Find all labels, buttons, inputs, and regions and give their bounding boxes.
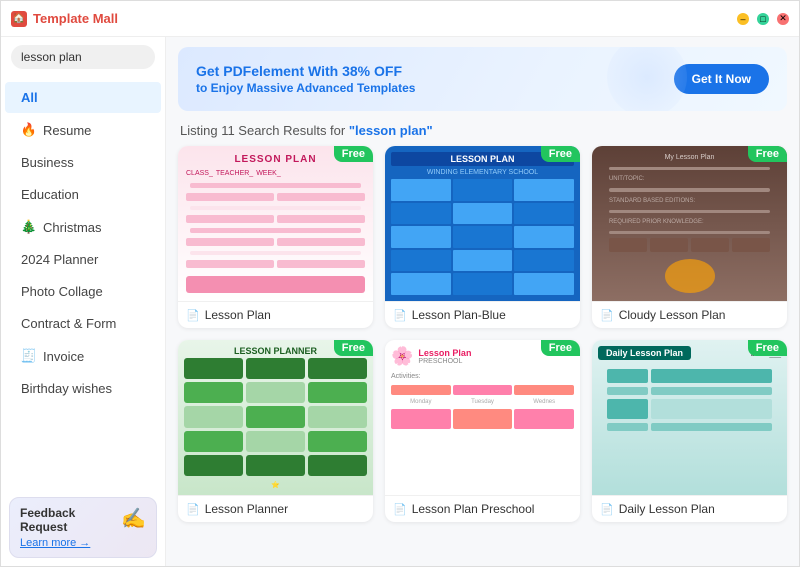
- preview-4: LESSON PLANNER ⭐: [178, 340, 373, 495]
- pdf-icon-1: 📄: [186, 309, 200, 322]
- banner-decoration: [607, 47, 687, 111]
- sidebar-item-collage[interactable]: Photo Collage: [5, 276, 161, 307]
- minimize-button[interactable]: –: [737, 13, 749, 25]
- card-footer-1: 📄 Lesson Plan: [178, 301, 373, 328]
- banner-highlight: Advanced Templates: [296, 81, 415, 95]
- card-name-2: Lesson Plan-Blue: [412, 308, 506, 322]
- title-bar: Template Mall – □ ✕: [1, 1, 799, 37]
- feedback-link[interactable]: Learn more →: [20, 537, 90, 549]
- banner-subtitle: to Enjoy Massive Advanced Templates: [196, 81, 674, 95]
- free-badge-2: Free: [541, 146, 580, 162]
- education-label: Education: [21, 187, 79, 202]
- free-badge-6: Free: [748, 340, 787, 356]
- sidebar-item-christmas[interactable]: 🎄 Christmas: [5, 211, 161, 243]
- results-pre: Listing 11 Search Results for: [180, 123, 349, 138]
- pdf-icon-2: 📄: [393, 309, 407, 322]
- sidebar: 🔍 All 🔥 Resume Business Education: [1, 37, 166, 566]
- search-box: 🔍: [1, 37, 165, 77]
- christmas-label: Christmas: [43, 220, 102, 235]
- business-label: Business: [21, 155, 74, 170]
- planner-label: 2024 Planner: [21, 252, 98, 267]
- banner-title-text: Get PDFelement With 38% OFF: [196, 63, 402, 79]
- results-query: "lesson plan": [349, 123, 433, 138]
- fire-icon: 🔥: [21, 122, 37, 138]
- template-card-4[interactable]: Free LESSON PLANNER ⭐: [178, 340, 373, 522]
- card-image-6: Free Daily Lesson Plan Date: ___: [592, 340, 787, 495]
- contract-label: Contract & Form: [21, 316, 116, 331]
- free-badge-1: Free: [334, 146, 373, 162]
- maximize-button[interactable]: □: [757, 13, 769, 25]
- banner-text: Get PDFelement With 38% OFF to Enjoy Mas…: [196, 63, 674, 95]
- card-image-5: Free 🌸 Lesson Plan PRESCHOOL Activities:: [385, 340, 580, 495]
- sidebar-item-business[interactable]: Business: [5, 147, 161, 178]
- banner-title: Get PDFelement With 38% OFF: [196, 63, 674, 79]
- sidebar-item-resume[interactable]: 🔥 Resume: [5, 114, 161, 146]
- main-layout: 🔍 All 🔥 Resume Business Education: [1, 37, 799, 566]
- card-name-3: Cloudy Lesson Plan: [619, 308, 726, 322]
- card-name-4: Lesson Planner: [205, 502, 288, 516]
- pdf-icon-5: 📄: [393, 503, 407, 516]
- card-name-5: Lesson Plan Preschool: [412, 502, 535, 516]
- resume-label: Resume: [43, 123, 91, 138]
- all-label: All: [21, 90, 38, 105]
- feedback-card: ✍ Feedback Request Learn more →: [9, 497, 157, 558]
- preview-1: LESSON PLAN CLASS_TEACHER_WEEK_: [178, 146, 373, 301]
- card-name-1: Lesson Plan: [205, 308, 271, 322]
- collage-label: Photo Collage: [21, 284, 103, 299]
- preview-5: 🌸 Lesson Plan PRESCHOOL Activities:: [385, 340, 580, 495]
- template-card-3[interactable]: Free My Lesson Plan UNIT/TOPIC: STANDARD…: [592, 146, 787, 328]
- card-name-6: Daily Lesson Plan: [619, 502, 715, 516]
- search-wrap[interactable]: 🔍: [11, 45, 155, 69]
- app-title: Template Mall: [33, 11, 118, 26]
- sidebar-item-contract[interactable]: Contract & Form: [5, 308, 161, 339]
- card-image-1: Free LESSON PLAN CLASS_TEACHER_WEEK_: [178, 146, 373, 301]
- sidebar-nav: All 🔥 Resume Business Education 🎄 Christ…: [1, 77, 165, 489]
- card-image-4: Free LESSON PLANNER ⭐: [178, 340, 373, 495]
- content-area: Get PDFelement With 38% OFF to Enjoy Mas…: [166, 37, 799, 566]
- results-header: Listing 11 Search Results for "lesson pl…: [166, 119, 799, 146]
- christmas-icon: 🎄: [21, 219, 37, 235]
- template-card-5[interactable]: Free 🌸 Lesson Plan PRESCHOOL Activities:: [385, 340, 580, 522]
- template-card-2[interactable]: Free LESSON PLAN WINDING ELEMENTARY SCHO…: [385, 146, 580, 328]
- search-input[interactable]: [21, 50, 166, 64]
- feedback-icon: ✍: [121, 506, 146, 531]
- invoice-icon: 🧾: [21, 348, 37, 364]
- sidebar-item-birthday[interactable]: Birthday wishes: [5, 373, 161, 404]
- title-controls: – □ ✕: [737, 13, 789, 25]
- free-badge-5: Free: [541, 340, 580, 356]
- free-badge-4: Free: [334, 340, 373, 356]
- pdf-icon-3: 📄: [600, 309, 614, 322]
- card-image-3: Free My Lesson Plan UNIT/TOPIC: STANDARD…: [592, 146, 787, 301]
- sidebar-item-planner[interactable]: 2024 Planner: [5, 244, 161, 275]
- pdf-icon-6: 📄: [600, 503, 614, 516]
- card-footer-2: 📄 Lesson Plan-Blue: [385, 301, 580, 328]
- pdf-icon-4: 📄: [186, 503, 200, 516]
- sidebar-item-education[interactable]: Education: [5, 179, 161, 210]
- close-button[interactable]: ✕: [777, 13, 789, 25]
- template-card[interactable]: Free LESSON PLAN CLASS_TEACHER_WEEK_: [178, 146, 373, 328]
- promo-banner: Get PDFelement With 38% OFF to Enjoy Mas…: [178, 47, 787, 111]
- preview-3: My Lesson Plan UNIT/TOPIC: STANDARD BASE…: [592, 146, 787, 301]
- birthday-label: Birthday wishes: [21, 381, 112, 396]
- invoice-label: Invoice: [43, 349, 84, 364]
- preview-6: Daily Lesson Plan Date: ___: [592, 340, 787, 495]
- card-footer-5: 📄 Lesson Plan Preschool: [385, 495, 580, 522]
- card-image-2: Free LESSON PLAN WINDING ELEMENTARY SCHO…: [385, 146, 580, 301]
- app-window: Template Mall – □ ✕ 🔍 All 🔥 Re: [0, 0, 800, 567]
- app-icon: [11, 11, 27, 27]
- title-left: Template Mall: [11, 11, 118, 27]
- banner-pre-text: to Enjoy Massive: [196, 81, 296, 95]
- template-grid: Free LESSON PLAN CLASS_TEACHER_WEEK_: [166, 146, 799, 534]
- sidebar-item-invoice[interactable]: 🧾 Invoice: [5, 340, 161, 372]
- card-footer-3: 📄 Cloudy Lesson Plan: [592, 301, 787, 328]
- card-footer-6: 📄 Daily Lesson Plan: [592, 495, 787, 522]
- preview-2: LESSON PLAN WINDING ELEMENTARY SCHOOL: [385, 146, 580, 301]
- get-it-now-button[interactable]: Get It Now: [674, 64, 769, 94]
- free-badge-3: Free: [748, 146, 787, 162]
- sidebar-item-all[interactable]: All: [5, 82, 161, 113]
- template-card-6[interactable]: Free Daily Lesson Plan Date: ___: [592, 340, 787, 522]
- card-footer-4: 📄 Lesson Planner: [178, 495, 373, 522]
